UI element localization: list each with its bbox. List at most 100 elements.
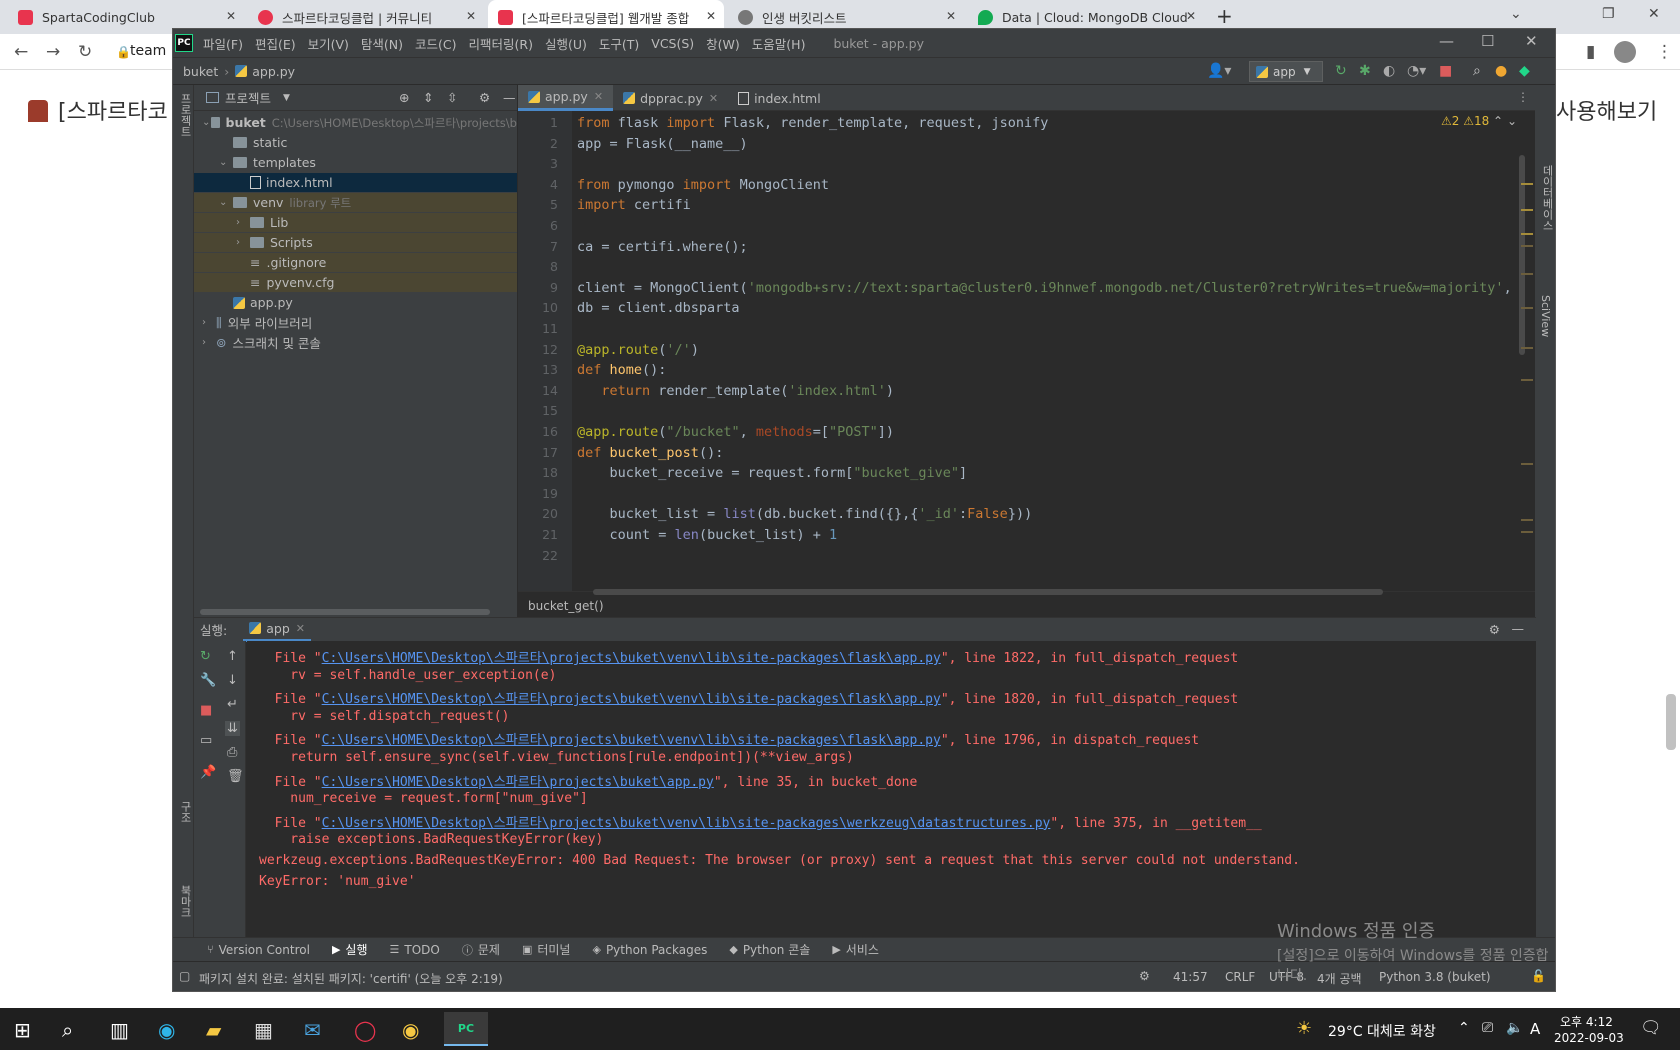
close-window-icon[interactable]: ✕ bbox=[1648, 6, 1660, 22]
line-separator[interactable]: CRLF bbox=[1225, 970, 1255, 984]
tree-item[interactable]: ⌄ templates bbox=[194, 153, 517, 172]
tree-item[interactable]: app.py bbox=[194, 293, 517, 312]
tree-item[interactable]: › Lib bbox=[194, 213, 517, 232]
code-line[interactable]: from pymongo import MongoClient bbox=[577, 177, 829, 193]
code-line[interactable]: db = client.dbsparta bbox=[577, 300, 740, 316]
structure-tool-button[interactable]: 구조 bbox=[177, 801, 193, 823]
chevron-down-icon[interactable]: ▼ bbox=[283, 93, 290, 103]
run-tab-app[interactable]: app ✕ bbox=[243, 618, 311, 642]
tree-scrollbar[interactable] bbox=[200, 609, 490, 615]
inspection-widget[interactable]: ⚠2 ⚠18 ⌃ ⌄ bbox=[1441, 114, 1517, 128]
menu-edit[interactable]: 편집(E) bbox=[255, 34, 296, 53]
chevron-up-icon[interactable]: ⌃ bbox=[1493, 114, 1503, 128]
project-tool-button[interactable]: 프로젝트 bbox=[177, 93, 193, 137]
expand-all-icon[interactable]: ⇕ bbox=[423, 90, 433, 105]
chevron-down-icon[interactable]: ⌄ bbox=[202, 117, 211, 128]
search-icon[interactable]: ⌕ bbox=[1473, 63, 1481, 79]
menu-refactor[interactable]: 리팩터링(R) bbox=[469, 34, 533, 53]
status-panel-icon[interactable]: ▢ bbox=[179, 969, 190, 983]
warning-marker[interactable] bbox=[1521, 519, 1533, 521]
print-icon[interactable]: ⎙ bbox=[227, 745, 237, 760]
close-tab-icon[interactable]: ✕ bbox=[296, 622, 305, 635]
tool-problems[interactable]: ⓘ 문제 bbox=[462, 941, 500, 958]
restore-icon[interactable]: ❐ bbox=[1602, 6, 1615, 22]
menu-run[interactable]: 실행(U) bbox=[545, 34, 587, 53]
rerun-icon[interactable]: ↻ bbox=[1335, 63, 1347, 79]
windows-start-icon[interactable]: ⊞ bbox=[14, 1018, 31, 1042]
search-icon[interactable]: ⌕ bbox=[62, 1018, 73, 1042]
chrome-icon[interactable]: ◉ bbox=[402, 1018, 419, 1042]
tool-run[interactable]: ▶ 실행 bbox=[332, 941, 368, 958]
sidebar-icon[interactable]: ▮ bbox=[1586, 42, 1595, 62]
warning-marker[interactable] bbox=[1521, 209, 1533, 211]
menu-tools[interactable]: 도구(T) bbox=[599, 34, 639, 53]
warning-marker[interactable] bbox=[1521, 273, 1533, 275]
code-line[interactable]: count = len(bucket_list) + 1 bbox=[577, 527, 838, 543]
menu-file[interactable]: 파일(F) bbox=[203, 34, 243, 53]
status-message[interactable]: 패키지 설치 완료: 설치된 패키지: 'certifi' (오늘 오후 2:1… bbox=[199, 970, 503, 987]
bookmarks-tool-button[interactable]: 북마크 bbox=[177, 885, 193, 918]
code-line[interactable]: def bucket_post(): bbox=[577, 445, 723, 461]
menu-window[interactable]: 창(W) bbox=[706, 34, 740, 53]
chevron-up-icon[interactable]: ⌃ bbox=[1458, 1020, 1470, 1036]
warning-marker[interactable] bbox=[1521, 463, 1533, 465]
task-view-icon[interactable]: ▥ bbox=[110, 1018, 129, 1042]
more-icon[interactable]: ⋮ bbox=[1656, 42, 1673, 62]
page-scrollbar[interactable] bbox=[1666, 694, 1676, 750]
chevron-down-icon[interactable]: ⌄ bbox=[1507, 114, 1517, 128]
pycharm-taskbar-icon[interactable]: PC bbox=[444, 1012, 488, 1046]
gear-icon[interactable]: ⚙ bbox=[1489, 622, 1500, 637]
menu-help[interactable]: 도움말(H) bbox=[752, 34, 806, 53]
trash-icon[interactable]: 🗑 bbox=[227, 769, 244, 784]
maximize-icon[interactable]: ☐ bbox=[1481, 32, 1494, 50]
file-link[interactable]: C:\Users\HOME\Desktop\스파르타\projects\buke… bbox=[322, 733, 941, 748]
file-link[interactable]: C:\Users\HOME\Desktop\스파르타\projects\buke… bbox=[322, 816, 1051, 831]
editor-scrollbar[interactable] bbox=[1519, 155, 1525, 355]
down-icon[interactable]: ↓ bbox=[227, 673, 238, 688]
tool-terminal[interactable]: ▣ 터미널 bbox=[522, 941, 571, 958]
code-line[interactable]: bucket_list = list(db.bucket.find({},{'_… bbox=[577, 506, 1033, 522]
chevron-down-icon[interactable]: ⌄ bbox=[219, 157, 233, 168]
weather-text[interactable]: 29°C 대체로 화창 bbox=[1328, 1021, 1436, 1041]
notification-icon[interactable]: 🗨 bbox=[1640, 1018, 1662, 1038]
back-icon[interactable]: ← bbox=[14, 42, 28, 62]
new-tab-icon[interactable]: + bbox=[1216, 4, 1233, 28]
tool-todo[interactable]: ☰ TODO bbox=[390, 943, 440, 957]
code-editor[interactable]: 1 2 3 4 5 6 7 8 9 10 11 12 13 14 15 16 17 18 19 20 21 22 from… bbox=[518, 111, 1535, 591]
code-line[interactable]: ca = certifi.where(); bbox=[577, 239, 748, 255]
code-line[interactable]: def home(): bbox=[577, 362, 666, 378]
chevron-right-icon[interactable]: › bbox=[202, 337, 216, 348]
reload-icon[interactable]: ↻ bbox=[78, 42, 92, 62]
chevron-down-icon[interactable]: ⌄ bbox=[219, 197, 233, 208]
code-line[interactable]: return render_template('index.html') bbox=[577, 383, 894, 399]
close-tab-icon[interactable]: ✕ bbox=[1186, 9, 1196, 23]
code-line[interactable]: @app.route('/') bbox=[577, 342, 699, 358]
hide-icon[interactable]: — bbox=[503, 90, 516, 105]
editor-tab-index-html[interactable]: index.html bbox=[728, 85, 831, 111]
scroll-to-end-icon[interactable]: ⇊ bbox=[225, 721, 240, 736]
gear-icon[interactable]: ⚙ bbox=[479, 90, 490, 105]
url-field[interactable]: team bbox=[130, 43, 166, 59]
wrench-icon[interactable]: 🔧 bbox=[200, 673, 216, 688]
tree-item[interactable]: › ⊚ 스크래치 및 콘솔 bbox=[194, 333, 517, 352]
clock-time[interactable]: 오후 4:12 bbox=[1560, 1013, 1613, 1030]
tree-item[interactable]: › ⫼ 외부 라이브러리 bbox=[194, 313, 517, 332]
ime-indicator[interactable]: A bbox=[1530, 1020, 1540, 1038]
plugin-icon[interactable]: ◆ bbox=[1519, 63, 1530, 79]
tool-python-packages[interactable]: ◈ Python Packages bbox=[592, 943, 707, 957]
more-icon[interactable]: ⋮ bbox=[1517, 90, 1529, 104]
profile-icon[interactable]: ◔▾ bbox=[1407, 63, 1426, 79]
tree-item[interactable]: ≡ pyvenv.cfg bbox=[194, 273, 517, 292]
close-tab-icon[interactable]: ✕ bbox=[709, 92, 718, 105]
tab-search-icon[interactable]: ⌄ bbox=[1510, 6, 1522, 22]
forward-icon[interactable]: → bbox=[46, 42, 60, 62]
menu-vcs[interactable]: VCS(S) bbox=[651, 36, 694, 51]
warning-marker[interactable] bbox=[1521, 183, 1533, 185]
close-window-icon[interactable]: ✕ bbox=[1525, 32, 1538, 50]
stop-icon[interactable]: ■ bbox=[1439, 63, 1452, 79]
database-tool-button[interactable]: 데이터베이스 bbox=[1539, 165, 1555, 231]
editor-horizontal-scrollbar[interactable] bbox=[593, 589, 1383, 595]
close-tab-icon[interactable]: ✕ bbox=[226, 9, 236, 23]
page-link[interactable]: 사용해보기 bbox=[1556, 94, 1657, 126]
tree-item[interactable]: static bbox=[194, 133, 517, 152]
